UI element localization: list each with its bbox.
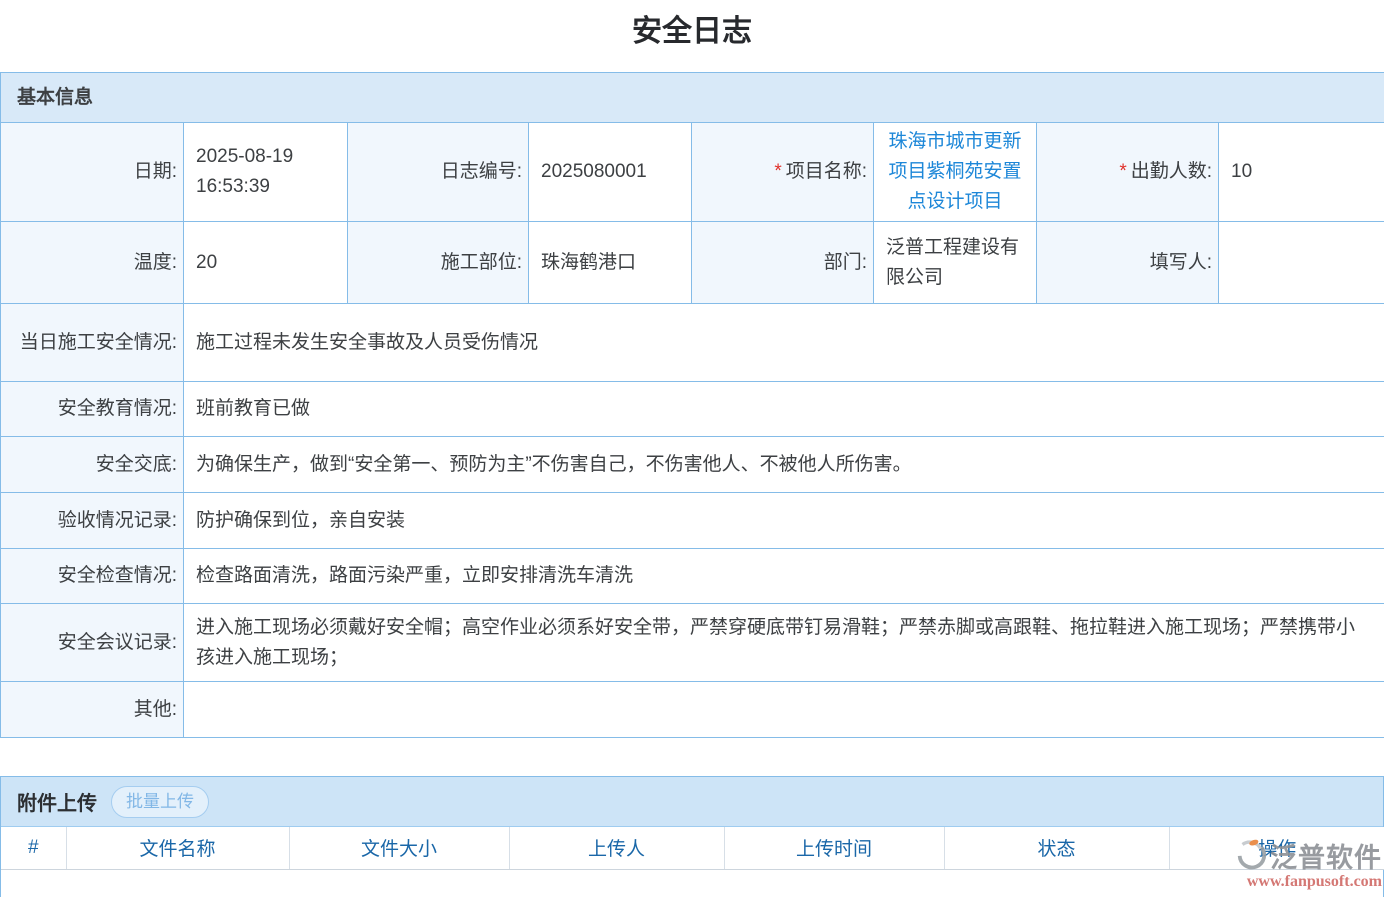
column-header-actions: 操作 xyxy=(1169,827,1384,869)
filler-label: 填写人: xyxy=(1037,222,1219,304)
filler-value xyxy=(1219,222,1384,304)
department-value: 泛普工程建设有限公司 xyxy=(874,222,1037,304)
safety-inspection-value: 检查路面清洗，路面污染严重，立即安排清洗车清洗 xyxy=(184,549,1384,604)
table-row: 安全教育情况: 班前教育已做 xyxy=(1,382,1384,437)
required-asterisk: * xyxy=(774,161,781,182)
project-name-link[interactable]: 珠海市城市更新项目紫桐苑安置点设计项目 xyxy=(884,127,1026,217)
log-no-label: 日志编号: xyxy=(348,123,529,222)
column-header-uploader: 上传人 xyxy=(509,827,724,869)
daily-safety-label: 当日施工安全情况: xyxy=(1,304,184,382)
date-value: 2025-08-19 16:53:39 xyxy=(184,123,348,222)
column-header-file-name: 文件名称 xyxy=(66,827,289,869)
table-row: 安全交底: 为确保生产，做到“安全第一、预防为主”不伤害自己，不伤害他人、不被他… xyxy=(1,437,1384,493)
construction-part-value: 珠海鹤港口 xyxy=(529,222,692,304)
table-row: 安全检查情况: 检查路面清洗，路面污染严重，立即安排清洗车清洗 xyxy=(1,549,1384,604)
safety-disclosure-value: 为确保生产，做到“安全第一、预防为主”不伤害自己，不伤害他人、不被他人所伤害。 xyxy=(184,437,1384,493)
table-row: 安全会议记录: 进入施工现场必须戴好安全帽；高空作业必须系好安全带，严禁穿硬底带… xyxy=(1,604,1384,682)
attachment-table-header-row: # 文件名称 文件大小 上传人 上传时间 状态 操作 xyxy=(1,827,1384,869)
log-no-value: 2025080001 xyxy=(529,123,692,222)
page-title: 安全日志 xyxy=(0,0,1384,72)
project-name-cell: 珠海市城市更新项目紫桐苑安置点设计项目 xyxy=(874,123,1037,222)
attendance-label-text: 出勤人数: xyxy=(1131,161,1212,182)
department-label: 部门: xyxy=(692,222,874,304)
required-asterisk: * xyxy=(1119,161,1126,182)
other-label: 其他: xyxy=(1,682,184,738)
attachment-table: # 文件名称 文件大小 上传人 上传时间 状态 操作 xyxy=(1,827,1384,870)
column-header-upload-time: 上传时间 xyxy=(724,827,944,869)
acceptance-record-value: 防护确保到位，亲自安装 xyxy=(184,493,1384,549)
safety-education-label: 安全教育情况: xyxy=(1,382,184,437)
construction-part-label: 施工部位: xyxy=(348,222,529,304)
safety-meeting-label: 安全会议记录: xyxy=(1,604,184,682)
project-name-label: *项目名称: xyxy=(692,123,874,222)
safety-inspection-label: 安全检查情况: xyxy=(1,549,184,604)
date-label: 日期: xyxy=(1,123,184,222)
project-name-label-text: 项目名称: xyxy=(786,161,867,182)
table-row: 当日施工安全情况: 施工过程未发生安全事故及人员受伤情况 xyxy=(1,304,1384,382)
attachment-section-title: 附件上传 xyxy=(17,787,97,816)
attendance-value: 10 xyxy=(1219,123,1384,222)
temperature-value: 20 xyxy=(184,222,348,304)
daily-safety-value: 施工过程未发生安全事故及人员受伤情况 xyxy=(184,304,1384,382)
attachment-empty-area xyxy=(1,870,1383,897)
batch-upload-button[interactable]: 批量上传 xyxy=(111,786,209,818)
table-row: 验收情况记录: 防护确保到位，亲自安装 xyxy=(1,493,1384,549)
attachment-section: 附件上传 批量上传 # 文件名称 文件大小 上传人 上传时间 状态 操作 xyxy=(0,776,1384,897)
other-value xyxy=(184,682,1384,738)
safety-meeting-value: 进入施工现场必须戴好安全帽；高空作业必须系好安全带，严禁穿硬底带钉易滑鞋；严禁赤… xyxy=(184,604,1384,682)
section-header-row: 基本信息 xyxy=(1,73,1384,123)
table-row: 日期: 2025-08-19 16:53:39 日志编号: 2025080001… xyxy=(1,123,1384,222)
attendance-label: *出勤人数: xyxy=(1037,123,1219,222)
column-header-index: # xyxy=(1,827,66,869)
table-row: 温度: 20 施工部位: 珠海鹤港口 部门: 泛普工程建设有限公司 填写人: xyxy=(1,222,1384,304)
safety-disclosure-label: 安全交底: xyxy=(1,437,184,493)
table-row: 其他: xyxy=(1,682,1384,738)
section-title-basic-info: 基本信息 xyxy=(1,73,1384,123)
column-header-status: 状态 xyxy=(944,827,1169,869)
safety-education-value: 班前教育已做 xyxy=(184,382,1384,437)
attachment-section-header: 附件上传 批量上传 xyxy=(1,777,1383,827)
acceptance-record-label: 验收情况记录: xyxy=(1,493,184,549)
temperature-label: 温度: xyxy=(1,222,184,304)
column-header-file-size: 文件大小 xyxy=(289,827,509,869)
basic-info-table: 基本信息 日期: 2025-08-19 16:53:39 日志编号: 20250… xyxy=(0,72,1384,738)
